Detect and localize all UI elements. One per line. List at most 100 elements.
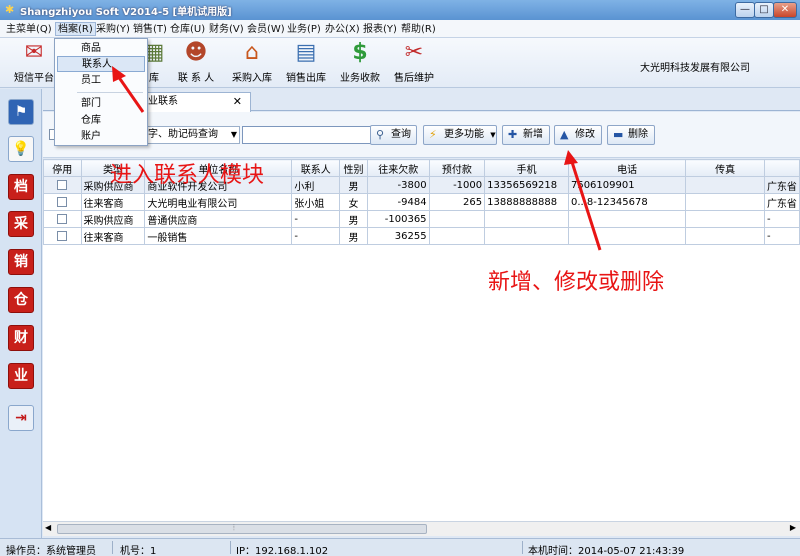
purchase-in-button[interactable]: ⌂ 采购入库 [224,40,280,86]
cell-extra: 广东省 [763,176,800,194]
menu-bar: 主菜单(Q) 档案(R) 采购(Y) 销售(T) 仓库(U) 财务(V) 会员(… [0,20,800,38]
col-disabled[interactable]: 停用 [43,159,82,177]
disable-checkbox[interactable] [57,230,68,241]
after-sales-button[interactable]: ✂ 售后维护 [386,40,442,86]
archive-icon[interactable]: 档 [8,174,34,200]
col-contact[interactable]: 联系人 [291,159,341,177]
col-extra[interactable] [763,159,800,177]
close-button[interactable]: ✕ [773,2,797,18]
menu-item-warehouse[interactable]: 仓库 [57,113,145,129]
cell-contact: 小利 [291,176,341,194]
menu-purchase[interactable]: 采购(Y) [96,23,130,37]
cell-fax [685,193,765,211]
triangle-up-icon: ▲ [560,128,569,141]
menu-report[interactable]: 报表(Y) [363,23,397,37]
cell-company: 普通供应商 [144,210,293,228]
horizontal-scrollbar[interactable]: ◀ ⦙ ▶ [43,521,800,536]
business-icon[interactable]: 业 [8,363,34,389]
disable-checkbox[interactable] [57,196,68,207]
sales-out-button[interactable]: ▤ 销售出库 [278,40,334,86]
menu-item-staff[interactable]: 员工 [57,73,145,89]
menu-finance[interactable]: 财务(V) [209,23,244,37]
menu-warehouse[interactable]: 仓库(U) [170,23,205,37]
sales-icon[interactable]: 销 [8,249,34,275]
col-mobile[interactable]: 手机 [484,159,569,177]
table-row[interactable]: 往来客商 一般销售 - 男 36255 - [43,227,800,245]
cell-owed: -3800 [366,176,430,194]
cell-contact: - [291,210,341,228]
cell-prepaid: -1000 [428,176,486,194]
cell-phone [567,210,687,228]
disable-checkbox[interactable] [57,179,68,190]
minus-icon: ▬ [613,128,624,141]
more-functions-button[interactable]: ⚡ 更多功能 ▼ [423,125,497,145]
menu-main[interactable]: 主菜单(Q) [6,23,52,37]
edit-button[interactable]: ▲ 修改 [554,125,602,145]
archive-dropdown-menu: 商品 联系人 员工 部门 仓库 账户 [54,38,148,146]
col-owed[interactable]: 往来欠款 [366,159,430,177]
col-phone[interactable]: 电话 [567,159,687,177]
cell-owed: 36255 [366,227,430,245]
status-machine: 机号：1 [120,546,157,556]
menu-member[interactable]: 会员(W) [247,23,285,37]
exit-door-icon[interactable]: ⇥ [8,405,34,431]
company-name: 大光明科技发展有限公司 [640,63,750,74]
search-toolbar: 字、助记码查询 ▼ ⚲ 查询 ⚡ 更多功能 ▼ ✚ 新增 ▲ 修改 ▬ 删除 [43,112,800,158]
cell-type: 采购供应商 [80,210,146,228]
add-button[interactable]: ✚ 新增 [502,125,550,145]
menu-help[interactable]: 帮助(R) [401,23,436,37]
scroll-thumb[interactable] [57,524,427,534]
cell-type: 往来客商 [80,193,146,211]
table-row[interactable]: 往来客商 大光明电业有限公司 张小姐 女 -9484 265 138888888… [43,193,800,211]
query-type-select[interactable]: 字、助记码查询 ▼ [143,126,240,144]
warehouse-icon[interactable]: 仓 [8,287,34,313]
menu-business[interactable]: 业务(P) [287,23,321,37]
maximize-button[interactable]: □ [754,2,774,18]
cell-prepaid [428,210,486,228]
tab-label: 业联系 [148,96,178,107]
cell-phone: 7506109901 [567,176,687,194]
purchase-icon[interactable]: 采 [8,211,34,237]
business-receipt-button[interactable]: $ 业务收款 [332,40,388,86]
table-row[interactable]: 采购供应商 普通供应商 - 男 -100365 - [43,210,800,228]
minimize-button[interactable]: — [735,2,755,18]
disable-checkbox[interactable] [57,213,68,224]
col-gender[interactable]: 性别 [339,159,368,177]
sales-register-icon: ▤ [295,40,317,65]
col-fax[interactable]: 传真 [685,159,765,177]
purchase-house-icon: ⌂ [245,40,259,65]
chevron-down-icon: ▼ [490,131,496,139]
menu-item-account[interactable]: 账户 [57,129,145,145]
plus-icon: ✚ [508,128,518,141]
cell-gender: 男 [339,210,368,228]
scroll-left-icon[interactable]: ◀ [45,523,51,532]
tab-contacts[interactable]: 业联系 ✕ [141,92,251,112]
menu-office[interactable]: 办公(X) [325,23,360,37]
menu-sales[interactable]: 销售(T) [133,23,167,37]
menu-separator [77,92,143,93]
finance-icon[interactable]: 财 [8,325,34,351]
lightbulb-icon[interactable]: 💡 [8,136,34,162]
contacts-button[interactable]: ☻ 联 系 人 [168,40,224,86]
cell-gender: 男 [339,176,368,194]
cell-contact: 张小姐 [291,193,341,211]
delete-button[interactable]: ▬ 删除 [607,125,655,145]
flag-icon[interactable]: ⚑ [8,99,34,125]
tab-close-icon[interactable]: ✕ [233,93,242,111]
cell-prepaid: 265 [428,193,486,211]
menu-item-contacts[interactable]: 联系人 [57,56,145,72]
lightning-icon: ⚡ [429,128,437,141]
menu-item-goods[interactable]: 商品 [57,41,145,57]
cell-mobile [484,227,569,245]
cell-phone: 0...8-12345678 [567,193,687,211]
cell-mobile: 13356569218 [484,176,569,194]
col-prepaid[interactable]: 预付款 [428,159,486,177]
query-button[interactable]: ⚲ 查询 [370,125,417,145]
cell-gender: 女 [339,193,368,211]
tools-icon: ✂ [404,40,424,65]
cell-prepaid [428,227,486,245]
scroll-right-icon[interactable]: ▶ [790,523,796,532]
menu-archive[interactable]: 档案(R) [55,22,96,36]
menu-item-department[interactable]: 部门 [57,96,145,112]
envelope-icon: ✉ [24,40,44,65]
